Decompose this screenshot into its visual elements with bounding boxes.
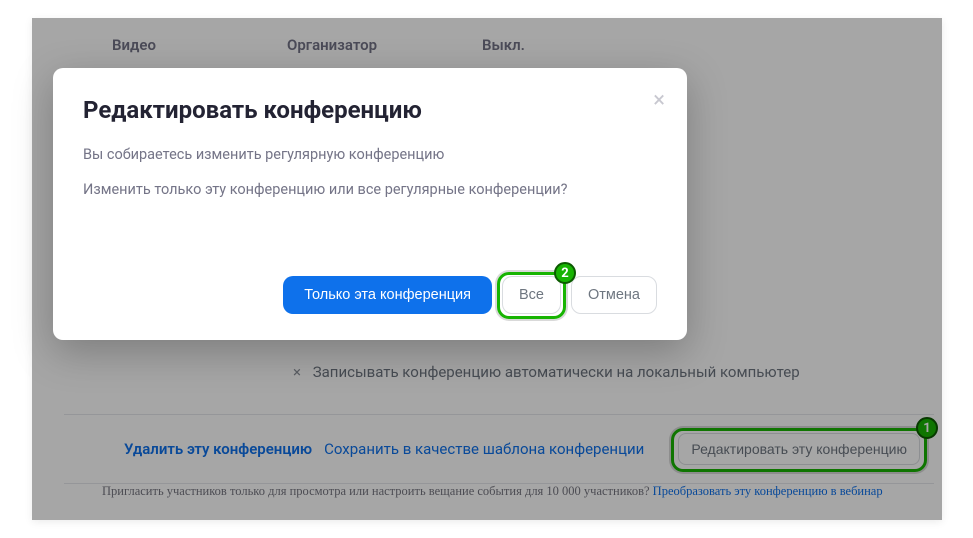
save-template-link[interactable]: Сохранить в качестве шаблона конференции [324,440,644,458]
header-value-off: Выкл. [482,36,682,54]
edit-conference-modal: × Редактировать конференцию Вы собираете… [53,68,687,340]
invite-footer: Пригласить участников только для просмот… [102,484,922,499]
annotation-badge-1: 1 [916,417,938,439]
edit-conference-button[interactable]: Редактировать эту конференцию [678,433,920,465]
delete-conference-link[interactable]: Удалить эту конференцию [124,440,312,458]
disabled-icon: × [291,363,303,381]
all-conferences-button[interactable]: Все [502,276,561,314]
auto-record-label: Записывать конференцию автоматически на … [313,363,800,381]
settings-header-row: Видео Организатор Выкл. [32,18,942,72]
header-label-host: Организатор [287,36,482,54]
close-icon[interactable]: × [653,90,665,112]
modal-title: Редактировать конференцию [83,96,657,124]
invite-text: Пригласить участников только для просмот… [102,484,653,498]
only-this-conference-button[interactable]: Только эта конференция [283,276,492,314]
cancel-button[interactable]: Отмена [571,276,657,314]
convert-to-webinar-link[interactable]: Преобразовать эту конференцию в вебинар [653,484,883,498]
header-label-video: Видео [112,36,287,54]
auto-record-row: × Записывать конференцию автоматически н… [32,363,942,381]
modal-button-row: Только эта конференция Все 2 Отмена [83,276,657,314]
modal-line-1: Вы собираетесь изменить регулярную конфе… [83,146,657,163]
action-bar: Удалить эту конференцию Сохранить в каче… [64,414,934,484]
modal-line-2: Изменить только эту конференцию или все … [83,181,657,198]
